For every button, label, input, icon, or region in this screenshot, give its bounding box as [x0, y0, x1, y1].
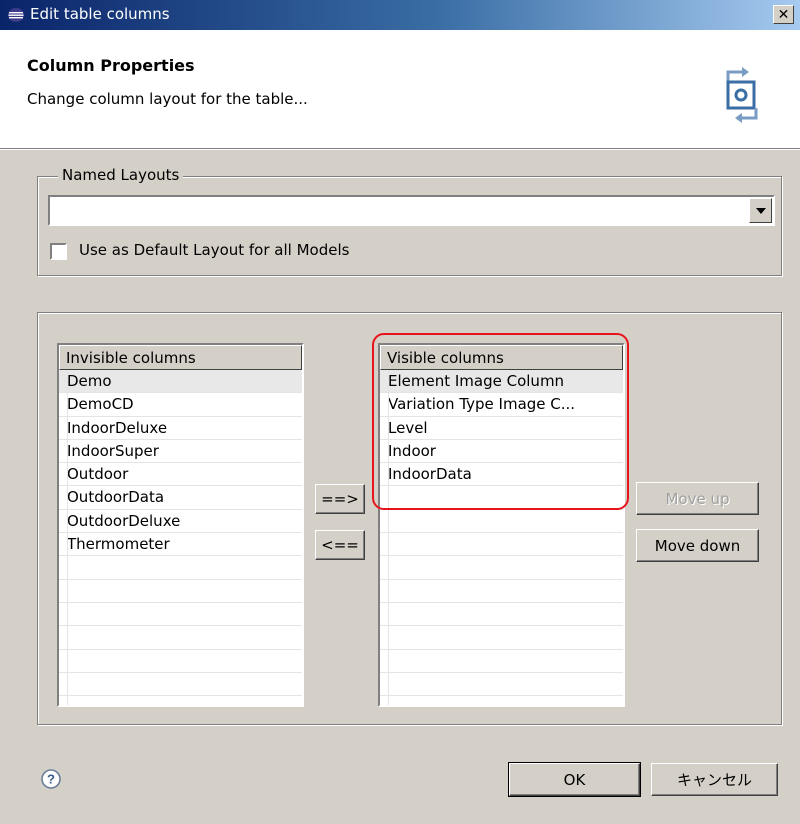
named-layouts-legend: Named Layouts	[58, 166, 184, 184]
list-item[interactable]	[59, 696, 302, 705]
list-item[interactable]	[380, 486, 623, 510]
default-layout-checkbox[interactable]	[50, 243, 67, 260]
list-item[interactable]: IndoorSuper	[59, 440, 302, 464]
move-down-button[interactable]: Move down	[636, 529, 759, 562]
dialog-header: Column Properties Change column layout f…	[0, 30, 800, 148]
default-layout-label: Use as Default Layout for all Models	[79, 241, 350, 259]
ok-button[interactable]: OK	[508, 762, 641, 797]
list-item[interactable]	[380, 580, 623, 603]
list-item[interactable]: Variation Type Image C...	[380, 393, 623, 417]
list-item[interactable]	[380, 626, 623, 650]
list-item[interactable]	[59, 556, 302, 580]
eclipse-icon	[8, 8, 24, 22]
columns-refresh-icon	[726, 67, 758, 123]
header-title: Column Properties	[27, 56, 195, 75]
invisible-columns-list[interactable]: Invisible columns Demo DemoCD IndoorDeluxe…	[57, 343, 304, 707]
list-item[interactable]	[59, 650, 302, 673]
close-icon: ✕	[777, 6, 790, 23]
chevron-down-icon	[755, 207, 766, 214]
dialog-window: Edit table columns ✕ Column Properties C…	[0, 0, 800, 824]
list-item[interactable]: IndoorDeluxe	[59, 417, 302, 440]
list-item[interactable]	[380, 650, 623, 673]
header-separator	[0, 148, 800, 150]
list-gridline	[388, 370, 389, 705]
named-layouts-group	[37, 176, 782, 276]
title-bar[interactable]: Edit table columns ✕	[0, 0, 800, 30]
visible-columns-list[interactable]: Visible columns Element Image Column Vari…	[378, 343, 625, 707]
list-item[interactable]	[59, 603, 302, 627]
visible-columns-header[interactable]: Visible columns	[380, 345, 623, 370]
list-item[interactable]	[380, 603, 623, 627]
combo-dropdown-button[interactable]	[749, 198, 772, 223]
add-column-button[interactable]: ==>	[315, 484, 365, 514]
list-item[interactable]: Level	[380, 417, 623, 440]
list-item[interactable]: Element Image Column	[380, 370, 623, 394]
named-layouts-combo[interactable]	[48, 195, 775, 226]
list-item[interactable]	[380, 533, 623, 557]
list-item[interactable]	[59, 673, 302, 697]
list-item[interactable]	[380, 696, 623, 705]
invisible-columns-header[interactable]: Invisible columns	[59, 345, 302, 370]
window-title: Edit table columns	[30, 5, 170, 23]
list-item[interactable]: OutdoorData	[59, 486, 302, 510]
list-item[interactable]	[380, 556, 623, 580]
list-item[interactable]	[59, 580, 302, 603]
list-item[interactable]: Outdoor	[59, 463, 302, 487]
list-item[interactable]: OutdoorDeluxe	[59, 510, 302, 534]
list-item[interactable]	[59, 626, 302, 650]
remove-column-button[interactable]: <==	[315, 530, 365, 560]
list-item[interactable]: Thermometer	[59, 533, 302, 557]
help-icon[interactable]: ?	[40, 768, 62, 790]
list-item[interactable]: IndoorData	[380, 463, 623, 487]
svg-text:?: ?	[47, 772, 55, 787]
header-description: Change column layout for the table...	[27, 90, 308, 108]
list-gridline	[67, 370, 68, 705]
list-item[interactable]	[380, 510, 623, 534]
move-up-button[interactable]: Move up	[636, 482, 759, 515]
close-button[interactable]: ✕	[773, 5, 794, 24]
list-item[interactable]: Indoor	[380, 440, 623, 464]
list-item[interactable]: Demo	[59, 370, 302, 394]
cancel-button[interactable]: キャンセル	[651, 763, 778, 796]
list-item[interactable]	[380, 673, 623, 697]
list-item[interactable]: DemoCD	[59, 393, 302, 417]
